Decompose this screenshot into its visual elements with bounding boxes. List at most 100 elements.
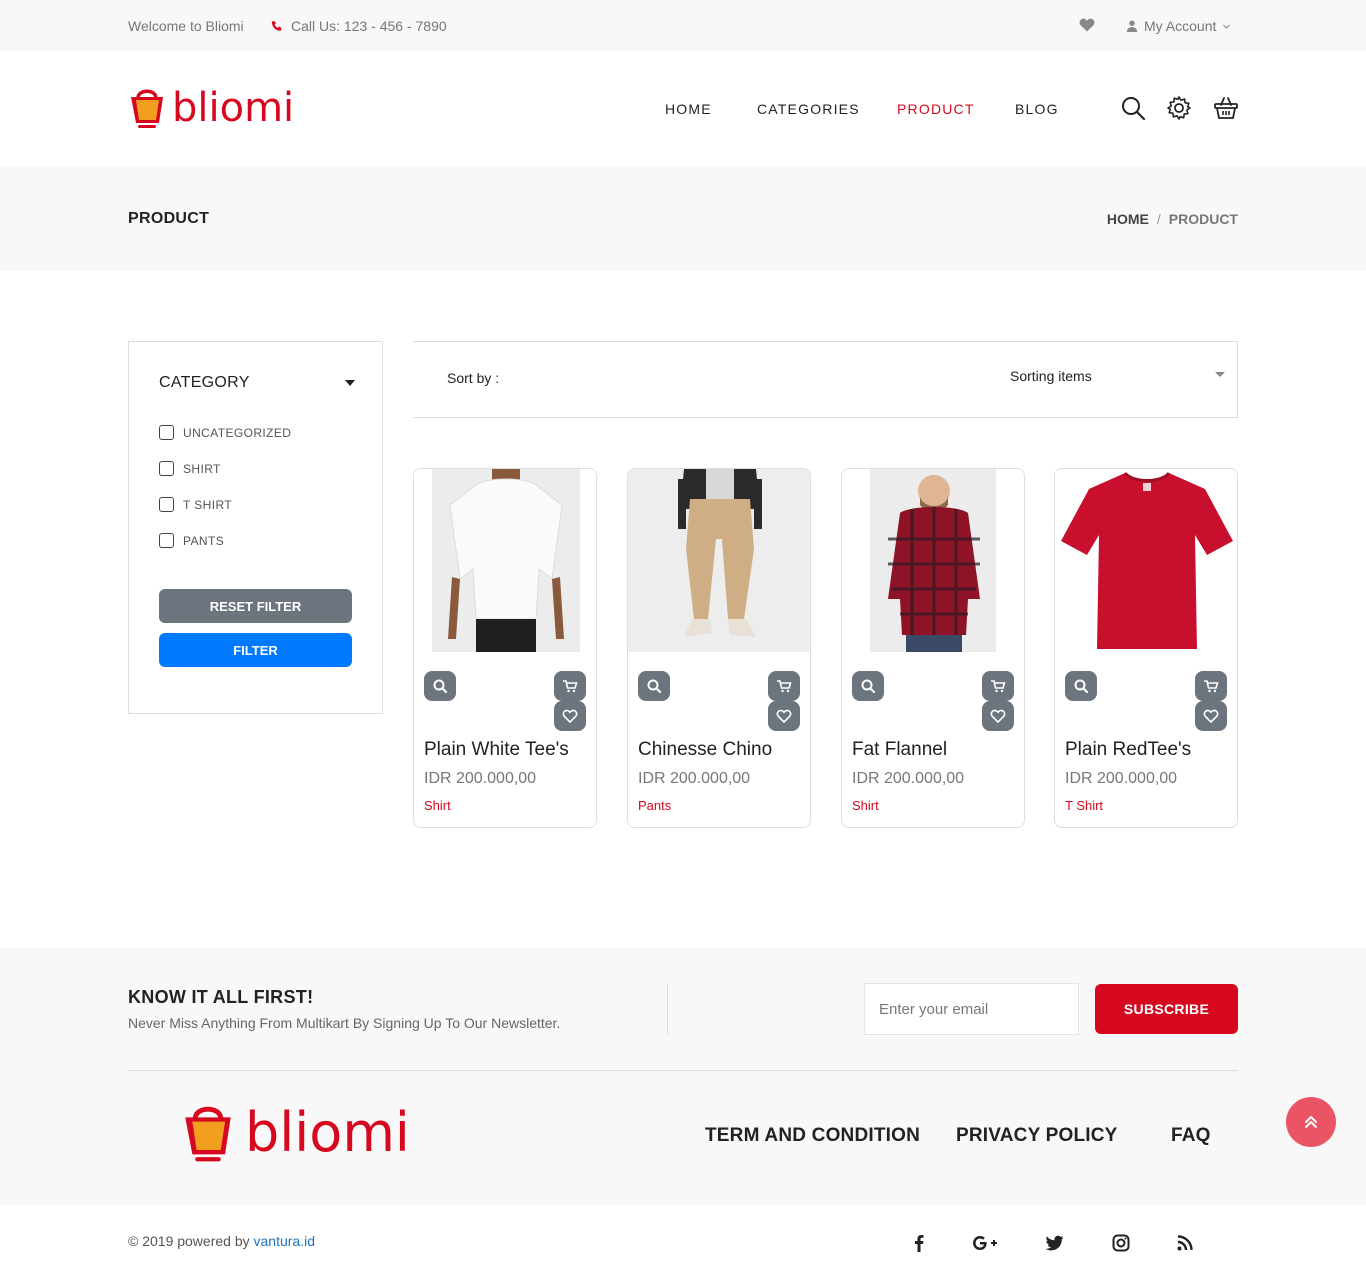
filter-option-pants[interactable]: PANTS — [159, 533, 224, 548]
copyright-link[interactable]: vantura.id — [254, 1233, 315, 1249]
product-card[interactable]: Chinesse Chino IDR 200.000,00 Pants — [627, 468, 811, 828]
cart-icon — [1204, 680, 1219, 693]
nav-categories[interactable]: CATEGORIES — [757, 101, 860, 117]
flannel-shirt-model-image — [870, 469, 996, 652]
magnifier-icon — [1074, 679, 1089, 694]
rss-icon[interactable] — [1175, 1233, 1195, 1253]
sort-select[interactable]: Sorting items — [1010, 368, 1092, 384]
filter-option-uncategorized[interactable]: UNCATEGORIZED — [159, 425, 291, 440]
basket-icon[interactable] — [1213, 95, 1239, 121]
product-price: IDR 200.000,00 — [852, 770, 965, 787]
search-icon[interactable] — [1120, 95, 1146, 121]
gear-icon[interactable] — [1166, 95, 1192, 121]
call-us: Call Us: 123 - 456 - 7890 — [270, 18, 447, 34]
checkbox[interactable] — [159, 461, 174, 476]
heart-outline-icon — [776, 709, 792, 724]
product-image[interactable] — [842, 469, 1024, 652]
filter-button[interactable]: FILTER — [159, 633, 352, 667]
product-name[interactable]: Chinesse Chino — [638, 739, 772, 761]
white-tshirt-model-image — [432, 469, 580, 652]
welcome-text: Welcome to Bliomi — [128, 18, 244, 34]
wishlist-heart-icon[interactable] — [1079, 18, 1095, 32]
filter-option-label: SHIRT — [183, 461, 221, 476]
checkbox[interactable] — [159, 533, 174, 548]
add-to-cart-button[interactable] — [768, 671, 800, 701]
subscribe-button[interactable]: SUBSCRIBE — [1095, 984, 1238, 1034]
add-to-cart-button[interactable] — [1195, 671, 1227, 701]
back-to-top-button[interactable] — [1286, 1097, 1336, 1147]
add-to-cart-button[interactable] — [982, 671, 1014, 701]
filter-option-shirt[interactable]: SHIRT — [159, 461, 221, 476]
checkbox[interactable] — [159, 497, 174, 512]
add-to-wishlist-button[interactable] — [768, 701, 800, 731]
category-filter-heading[interactable]: CATEGORY — [159, 374, 250, 392]
product-category[interactable]: Shirt — [852, 798, 879, 813]
filter-option-t-shirt[interactable]: T SHIRT — [159, 497, 232, 512]
newsletter-heading: KNOW IT ALL FIRST! — [128, 987, 314, 1007]
product-card[interactable]: Plain RedTee's IDR 200.000,00 T Shirt — [1054, 468, 1238, 828]
product-card[interactable]: Fat Flannel IDR 200.000,00 Shirt — [841, 468, 1025, 828]
product-price: IDR 200.000,00 — [424, 770, 537, 787]
reset-filter-button[interactable]: RESET FILTER — [159, 589, 352, 623]
double-chevron-up-icon — [1305, 1116, 1317, 1128]
breadcrumb-home[interactable]: HOME — [1107, 211, 1149, 227]
my-account-label: My Account — [1144, 18, 1217, 34]
phone-icon — [271, 20, 282, 31]
footer-link-faq[interactable]: FAQ — [1171, 1125, 1211, 1147]
add-to-cart-button[interactable] — [554, 671, 586, 701]
instagram-icon[interactable] — [1111, 1233, 1131, 1253]
add-to-wishlist-button[interactable] — [982, 701, 1014, 731]
cart-icon — [777, 680, 792, 693]
product-category[interactable]: T Shirt — [1065, 798, 1103, 813]
shopping-bag-logo-icon — [131, 89, 163, 128]
my-account-menu[interactable]: My Account — [1126, 18, 1231, 34]
product-card[interactable]: Plain White Tee's IDR 200.000,00 Shirt — [413, 468, 597, 828]
select-arrow-icon[interactable] — [1215, 372, 1225, 377]
product-price: IDR 200.000,00 — [638, 770, 751, 787]
footer-link-privacy[interactable]: PRIVACY POLICY — [956, 1125, 1118, 1147]
newsletter-footer: KNOW IT ALL FIRST! Never Miss Anything F… — [0, 948, 1366, 1205]
product-category[interactable]: Shirt — [424, 798, 451, 813]
heart-outline-icon — [1203, 709, 1219, 724]
brand-wordmark: bliomi — [245, 1101, 410, 1164]
brand-logo[interactable]: bliomi — [128, 85, 294, 131]
nav-home[interactable]: HOME — [665, 101, 712, 117]
nav-blog[interactable]: BLOG — [1015, 101, 1059, 117]
product-image[interactable] — [1055, 469, 1237, 652]
chevron-down-icon — [1223, 24, 1231, 29]
quick-view-button[interactable] — [424, 671, 456, 701]
email-input[interactable]: Enter your email — [864, 983, 1079, 1035]
red-tshirt-image — [1055, 469, 1237, 652]
breadcrumb-separator: / — [1156, 211, 1161, 227]
quick-view-button[interactable] — [852, 671, 884, 701]
product-image[interactable] — [414, 469, 596, 652]
heart-outline-icon — [990, 709, 1006, 724]
filter-option-label: T SHIRT — [183, 497, 233, 512]
product-category[interactable]: Pants — [638, 798, 671, 813]
quick-view-button[interactable] — [1065, 671, 1097, 701]
copyright: © 2019 powered by vantura.id — [128, 1233, 315, 1249]
breadcrumb-bar: PRODUCT HOME / PRODUCT — [0, 166, 1366, 271]
newsletter-subtext: Never Miss Anything From Multikart By Si… — [128, 1015, 561, 1031]
caret-down-icon[interactable] — [345, 380, 355, 386]
product-image[interactable] — [628, 469, 810, 652]
footer-brand-logo[interactable]: bliomi — [181, 1100, 410, 1166]
checkbox[interactable] — [159, 425, 174, 440]
twitter-icon[interactable] — [1045, 1233, 1065, 1253]
google-plus-icon[interactable] — [971, 1233, 1001, 1253]
product-name[interactable]: Plain White Tee's — [424, 739, 569, 761]
add-to-wishlist-button[interactable] — [1195, 701, 1227, 731]
filter-option-label: PANTS — [183, 533, 225, 548]
heart-outline-icon — [562, 709, 578, 724]
copyright-text: © 2019 powered by — [128, 1233, 254, 1249]
product-name[interactable]: Plain RedTee's — [1065, 739, 1191, 761]
footer-link-terms[interactable]: TERM AND CONDITION — [705, 1125, 920, 1147]
breadcrumb-current: PRODUCT — [1168, 211, 1238, 227]
product-price: IDR 200.000,00 — [1065, 770, 1178, 787]
add-to-wishlist-button[interactable] — [554, 701, 586, 731]
nav-product[interactable]: PRODUCT — [897, 101, 975, 117]
magnifier-icon — [433, 679, 448, 694]
quick-view-button[interactable] — [638, 671, 670, 701]
facebook-icon[interactable] — [909, 1233, 929, 1253]
product-name[interactable]: Fat Flannel — [852, 739, 947, 761]
